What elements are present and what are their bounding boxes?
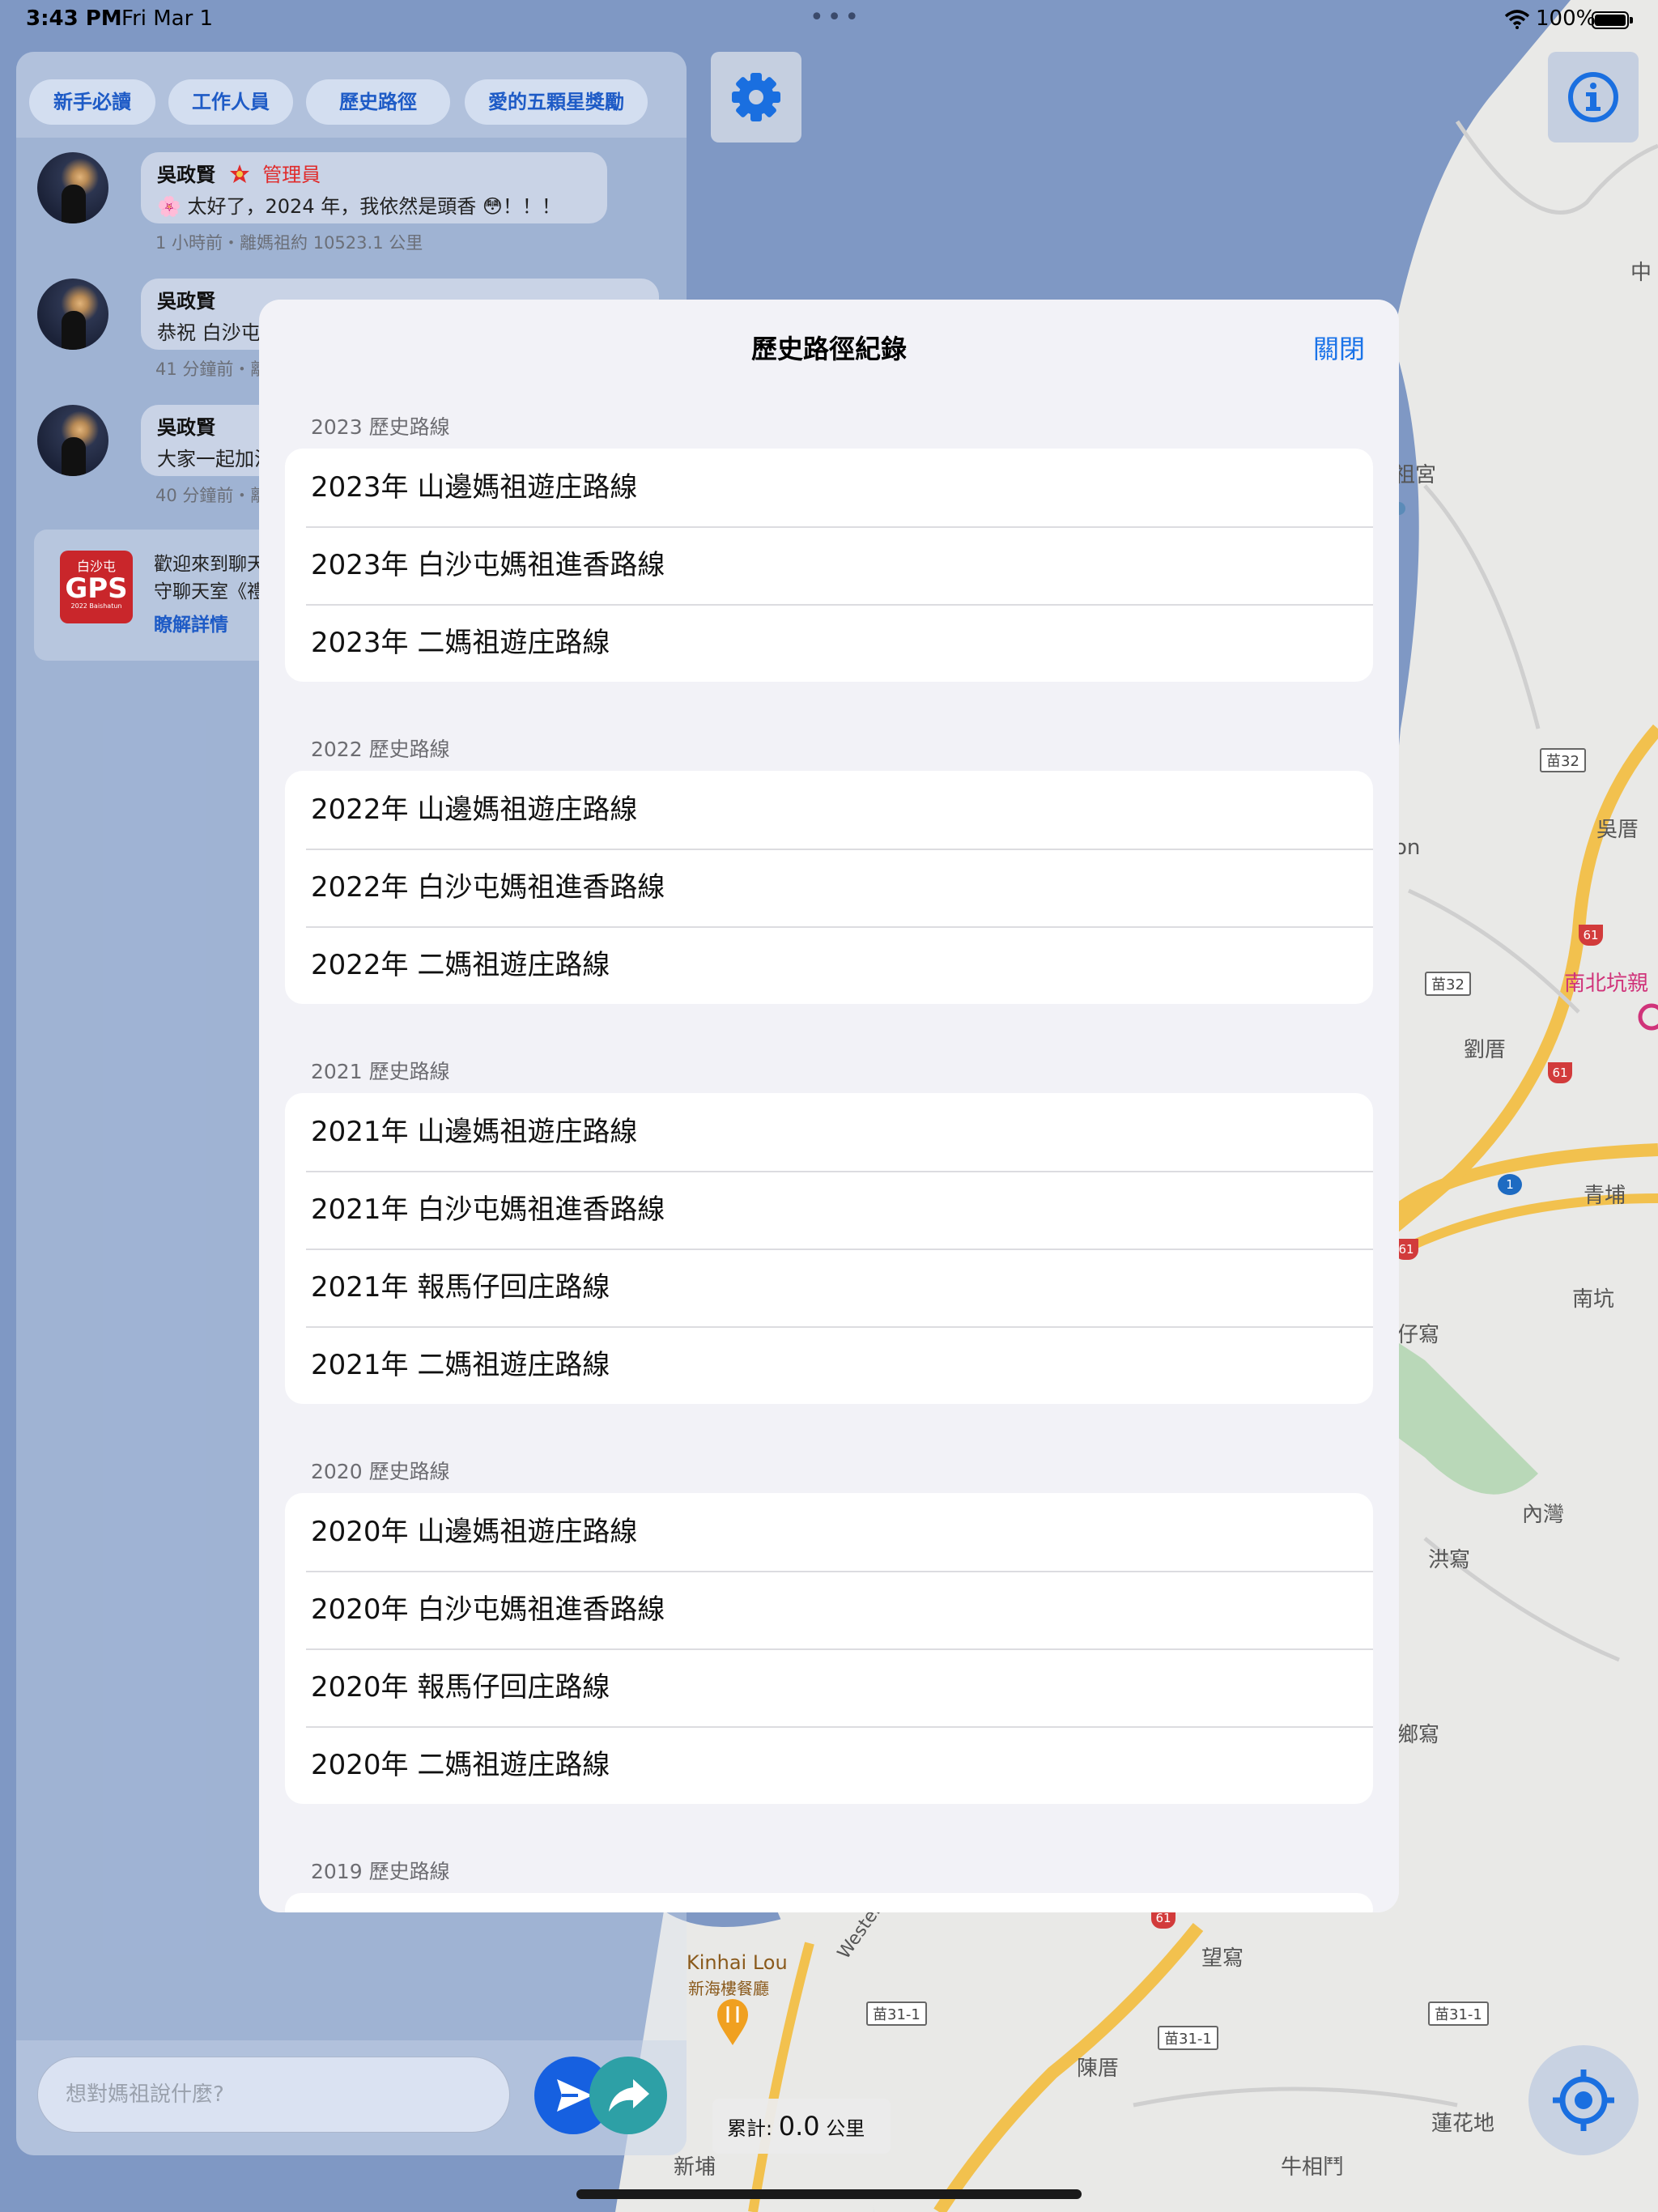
distance-value: 0.0 <box>778 2111 820 2142</box>
share-arrow-icon <box>609 2079 649 2112</box>
modal-title: 歷史路徑紀錄 <box>750 334 907 364</box>
section-header-2023: 2023 歷史路線 <box>311 415 450 439</box>
highway-shield-61-a: 61 <box>1579 925 1603 946</box>
battery-icon <box>1592 11 1633 29</box>
map-label-zaiwo: 仔寫 <box>1397 1323 1440 1347</box>
locate-me-button[interactable] <box>1528 2045 1639 2155</box>
crosshair-location-icon <box>1553 2069 1614 2131</box>
tab-five-star-rewards[interactable]: 愛的五顆星獎勵 <box>465 79 648 125</box>
info-button[interactable] <box>1548 52 1639 143</box>
welcome-line-1: 歡迎來到聊天 <box>154 554 266 575</box>
map-label-lianhuadi: 蓮花地 <box>1431 2112 1495 2136</box>
map-label-nankeng: 南坑 <box>1572 1287 1615 1312</box>
route-group-2022: 2022年 山邊媽祖遊庄路線 2022年 白沙屯媽祖進香路線 2022年 二媽祖… <box>285 771 1373 1004</box>
message-text: 🌸 太好了，2024 年，我依然是頭香 😳！！！ <box>157 195 561 218</box>
road-shield-miao32-b: 苗32 <box>1425 972 1471 996</box>
battery-percentage: 100% <box>1536 6 1596 31</box>
map-label-kinhai-zh: 新海樓餐廳 <box>688 1979 769 1998</box>
tab-newbie-guide[interactable]: 新手必讀 <box>29 79 155 125</box>
restaurant-pin-icon[interactable] <box>716 1998 750 2047</box>
sender-name: 吳政賢 <box>157 416 215 439</box>
route-item[interactable]: 2021年 二媽祖遊庄路線 <box>285 1326 1373 1404</box>
map-label-niuxiangdou: 牛相鬥 <box>1281 2155 1345 2180</box>
map-label-liucuo: 劉厝 <box>1464 1038 1507 1062</box>
route-item[interactable]: 2022年 白沙屯媽祖進香路線 <box>285 849 1373 926</box>
avatar[interactable] <box>37 279 108 350</box>
multitasking-dots-icon[interactable]: ••• <box>810 3 862 32</box>
map-label-nanbeikeng: 南北坑親 <box>1564 972 1649 996</box>
chat-tabs: 新手必讀 工作人員 歷史路徑 愛的五顆星獎勵 <box>16 52 687 138</box>
route-item[interactable]: 2023年 白沙屯媽祖進香路線 <box>285 526 1373 604</box>
home-indicator[interactable] <box>576 2189 1082 2199</box>
wifi-icon <box>1504 10 1530 29</box>
map-label-mazu-temple: 祖宮 <box>1394 463 1437 487</box>
distance-unit: 公里 <box>826 2117 865 2140</box>
map-label-qingpu: 青埔 <box>1584 1184 1626 1208</box>
route-item[interactable]: 2021年 山邊媽祖遊庄路線 <box>285 1093 1373 1171</box>
route-item[interactable]: 2022年 山邊媽祖遊庄路線 <box>285 771 1373 849</box>
route-group-2020: 2020年 山邊媽祖遊庄路線 2020年 白沙屯媽祖進香路線 2020年 報馬仔… <box>285 1493 1373 1804</box>
map-label-neiwan: 內灣 <box>1522 1503 1565 1527</box>
route-group-2023: 2023年 山邊媽祖遊庄路線 2023年 白沙屯媽祖進香路線 2023年 二媽祖… <box>285 449 1373 682</box>
logo-main-text: GPS <box>65 572 128 605</box>
section-header-2021: 2021 歷史路線 <box>311 1060 450 1083</box>
map-label-xiangwo: 鄉寫 <box>1397 1723 1440 1747</box>
section-header-2020: 2020 歷史路線 <box>311 1460 450 1483</box>
route-item[interactable]: 2020年 報馬仔回庄路線 <box>285 1648 1373 1726</box>
share-button[interactable] <box>589 2057 667 2134</box>
route-item[interactable]: 2023年 山邊媽祖遊庄路線 <box>285 449 1373 526</box>
avatar[interactable] <box>37 152 108 223</box>
route-group-2021: 2021年 山邊媽祖遊庄路線 2021年 白沙屯媽祖進香路線 2021年 報馬仔… <box>285 1093 1373 1404</box>
distance-label: 累計: <box>727 2117 773 2140</box>
welcome-text: 歡迎來到聊天 守聊天室《禮 <box>154 551 266 606</box>
map-label-kinhai-en: Kinhai Lou <box>687 1951 788 1974</box>
history-routes-modal: 歷史路徑紀錄 關閉 2023 歷史路線 2023年 山邊媽祖遊庄路線 2023年… <box>259 300 1399 1912</box>
route-group-2019 <box>285 1893 1373 1912</box>
learn-more-link[interactable]: 瞭解詳情 <box>154 609 228 636</box>
road-shield-miao31-1-c: 苗31-1 <box>1428 2001 1489 2026</box>
road-shield-miao31-1-b: 苗31-1 <box>1158 2026 1218 2050</box>
gps-app-logo: 白沙屯 GPS 2022 Baishatun <box>60 551 133 623</box>
logo-top-text: 白沙屯 <box>76 559 116 574</box>
message-meta: 1 小時前・離媽祖約 10523.1 公里 <box>155 233 423 253</box>
distance-counter: 累計: 0.0 公里 <box>712 2099 891 2154</box>
sender-name: 吳政賢 <box>157 290 215 313</box>
map-label-zhong: 中 <box>1630 261 1652 285</box>
welcome-line-2: 守聊天室《禮 <box>154 581 266 602</box>
info-icon <box>1568 72 1618 122</box>
route-item[interactable]: 2020年 二媽祖遊庄路線 <box>285 1726 1373 1804</box>
route-item[interactable]: 2022年 二媽祖遊庄路線 <box>285 926 1373 1004</box>
map-label-wucuo: 吳厝 <box>1596 818 1639 842</box>
admin-badge-icon <box>230 164 250 183</box>
chat-input-bar: 想對媽祖說什麼? <box>16 2040 687 2155</box>
road-shield-miao32-a: 苗32 <box>1540 748 1586 772</box>
status-date: Fri Mar 1 <box>121 6 214 31</box>
gear-icon <box>732 73 780 121</box>
sender-name: 吳政賢 <box>157 164 215 186</box>
map-label-hongwo: 洪寫 <box>1428 1548 1471 1572</box>
tab-staff[interactable]: 工作人員 <box>168 79 293 125</box>
section-header-2022: 2022 歷史路線 <box>311 738 450 761</box>
message-bubble[interactable]: 吳政賢 管理員 🌸 太好了，2024 年，我依然是頭香 😳！！！ <box>141 152 607 223</box>
status-time: 3:43 PM <box>26 6 122 31</box>
section-header-2019: 2019 歷史路線 <box>311 1860 450 1883</box>
avatar[interactable] <box>37 405 108 476</box>
close-button[interactable]: 關閉 <box>1313 329 1365 366</box>
route-item[interactable]: 2021年 報馬仔回庄路線 <box>285 1249 1373 1326</box>
route-item[interactable]: 2020年 白沙屯媽祖進香路線 <box>285 1571 1373 1648</box>
admin-role-label: 管理員 <box>262 164 321 186</box>
map-label-wangwo: 望寫 <box>1201 1946 1244 1971</box>
highway-shield-61-b: 61 <box>1548 1062 1572 1083</box>
road-shield-miao31-1-a: 苗31-1 <box>866 2001 927 2026</box>
highway-shield-1: 1 <box>1498 1174 1522 1195</box>
map-label-chencuo: 陳厝 <box>1077 2057 1120 2081</box>
chat-message-input[interactable]: 想對媽祖說什麼? <box>37 2057 510 2133</box>
status-bar: 3:43 PM Fri Mar 1 ••• 100% <box>0 0 1658 39</box>
route-item[interactable]: 2023年 二媽祖遊庄路線 <box>285 604 1373 682</box>
route-item[interactable]: 2020年 山邊媽祖遊庄路線 <box>285 1493 1373 1571</box>
settings-button[interactable] <box>711 52 801 143</box>
chat-message: 吳政賢 管理員 🌸 太好了，2024 年，我依然是頭香 😳！！！ 1 小時前・離… <box>37 152 653 257</box>
tab-history-routes[interactable]: 歷史路徑 <box>306 79 450 125</box>
route-item[interactable]: 2021年 白沙屯媽祖進香路線 <box>285 1171 1373 1249</box>
